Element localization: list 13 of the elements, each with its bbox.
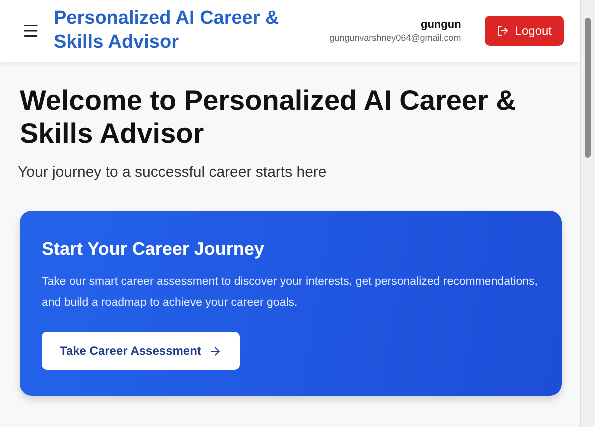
card-title: Start Your Career Journey	[42, 239, 264, 260]
logout-icon	[497, 25, 510, 37]
scrollbar[interactable]	[580, 0, 595, 427]
logout-button[interactable]: Logout	[485, 16, 564, 46]
user-name: gungun	[420, 19, 462, 31]
menu-icon[interactable]	[22, 22, 40, 40]
card-description: Take our smart career assessment to discover your interests, get personalized recommendations, and build a roadmap to achieve your career goals.	[42, 275, 539, 311]
welcome-title: Welcome to Personalized AI Career & Skills Advisor	[20, 84, 518, 150]
welcome-subtitle: Your journey to a successful career starts here	[18, 164, 328, 181]
app-title: Personalized AI Career & Skills Advisor	[54, 7, 280, 55]
arrow-right-icon	[209, 344, 222, 358]
assessment-button[interactable]: Take Career Assessment	[42, 332, 240, 370]
user-email: gungunvarshney064@gmail.com	[330, 33, 462, 43]
